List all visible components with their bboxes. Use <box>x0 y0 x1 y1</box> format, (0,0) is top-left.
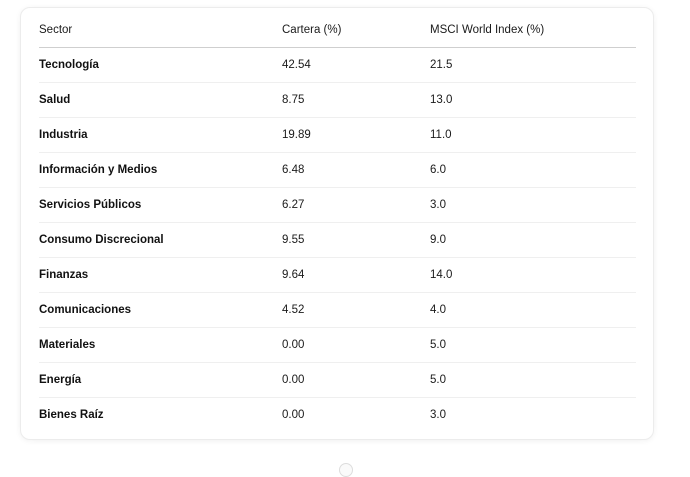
table-row: Energía 0.00 5.0 <box>39 362 636 398</box>
msci-value-cell: 3.0 <box>430 187 636 223</box>
portfolio-value-cell: 4.52 <box>282 292 430 328</box>
portfolio-value-cell: 0.00 <box>282 362 430 398</box>
header-row: Sector Cartera (%) MSCI World Index (%) <box>39 12 636 48</box>
msci-value-cell: 6.0 <box>430 152 636 188</box>
table-row: Información y Medios 6.48 6.0 <box>39 152 636 188</box>
sector-comparison-card: Sector Cartera (%) MSCI World Index (%) … <box>20 7 654 440</box>
table-row: Materiales 0.00 5.0 <box>39 327 636 363</box>
column-header-msci-world: MSCI World Index (%) <box>430 12 636 48</box>
portfolio-value-cell: 6.27 <box>282 187 430 223</box>
sector-cell: Industria <box>39 117 282 153</box>
sector-cell: Consumo Discrecional <box>39 222 282 258</box>
sector-cell: Comunicaciones <box>39 292 282 328</box>
portfolio-value-cell: 6.48 <box>282 152 430 188</box>
sector-cell: Información y Medios <box>39 152 282 188</box>
portfolio-value-cell: 0.00 <box>282 409 305 421</box>
sector-cell: Servicios Públicos <box>39 187 282 223</box>
table-row: Consumo Discrecional 9.55 9.0 <box>39 222 636 258</box>
table-header: Sector Cartera (%) MSCI World Index (%) <box>39 12 636 48</box>
scroll-to-bottom-button[interactable] <box>339 463 353 477</box>
table-row: Industria 19.89 11.0 <box>39 117 636 153</box>
portfolio-value-cell: 42.54 <box>282 47 430 83</box>
msci-value-cell: 11.0 <box>430 117 636 153</box>
table-row: Salud 8.75 13.0 <box>39 82 636 118</box>
sector-cell: Tecnología <box>39 47 282 83</box>
column-header-portfolio: Cartera (%) <box>282 12 430 48</box>
portfolio-value-cell: 9.64 <box>282 257 430 293</box>
table-row: Comunicaciones 4.52 4.0 <box>39 292 636 328</box>
table-row: Finanzas 9.64 14.0 <box>39 257 636 293</box>
sector-cell: Bienes Raíz <box>39 409 104 421</box>
table-row: Bienes Raíz 0.00 3.0 <box>39 398 636 433</box>
portfolio-value-cell: 8.75 <box>282 82 430 118</box>
column-header-sector: Sector <box>39 12 282 48</box>
table-row: Servicios Públicos 6.27 3.0 <box>39 187 636 223</box>
msci-value-cell: 5.0 <box>430 362 636 398</box>
msci-value-cell: 9.0 <box>430 222 636 258</box>
table-row: Tecnología 42.54 21.5 <box>39 47 636 83</box>
sector-cell: Energía <box>39 362 282 398</box>
msci-value-cell: 5.0 <box>430 327 636 363</box>
portfolio-value-cell: 9.55 <box>282 222 430 258</box>
msci-value-cell: 14.0 <box>430 257 636 293</box>
msci-value-cell: 13.0 <box>430 82 636 118</box>
sector-cell: Finanzas <box>39 257 282 293</box>
msci-value-cell: 3.0 <box>430 409 446 421</box>
portfolio-value-cell: 0.00 <box>282 327 430 363</box>
table-body: Tecnología 42.54 21.5 Salud 8.75 13.0 In… <box>39 47 636 433</box>
portfolio-value-cell: 19.89 <box>282 117 430 153</box>
sector-cell: Salud <box>39 82 282 118</box>
sector-allocation-table: Sector Cartera (%) MSCI World Index (%) … <box>39 12 636 432</box>
msci-value-cell: 4.0 <box>430 292 636 328</box>
sector-cell: Materiales <box>39 327 282 363</box>
msci-value-cell: 21.5 <box>430 47 636 83</box>
